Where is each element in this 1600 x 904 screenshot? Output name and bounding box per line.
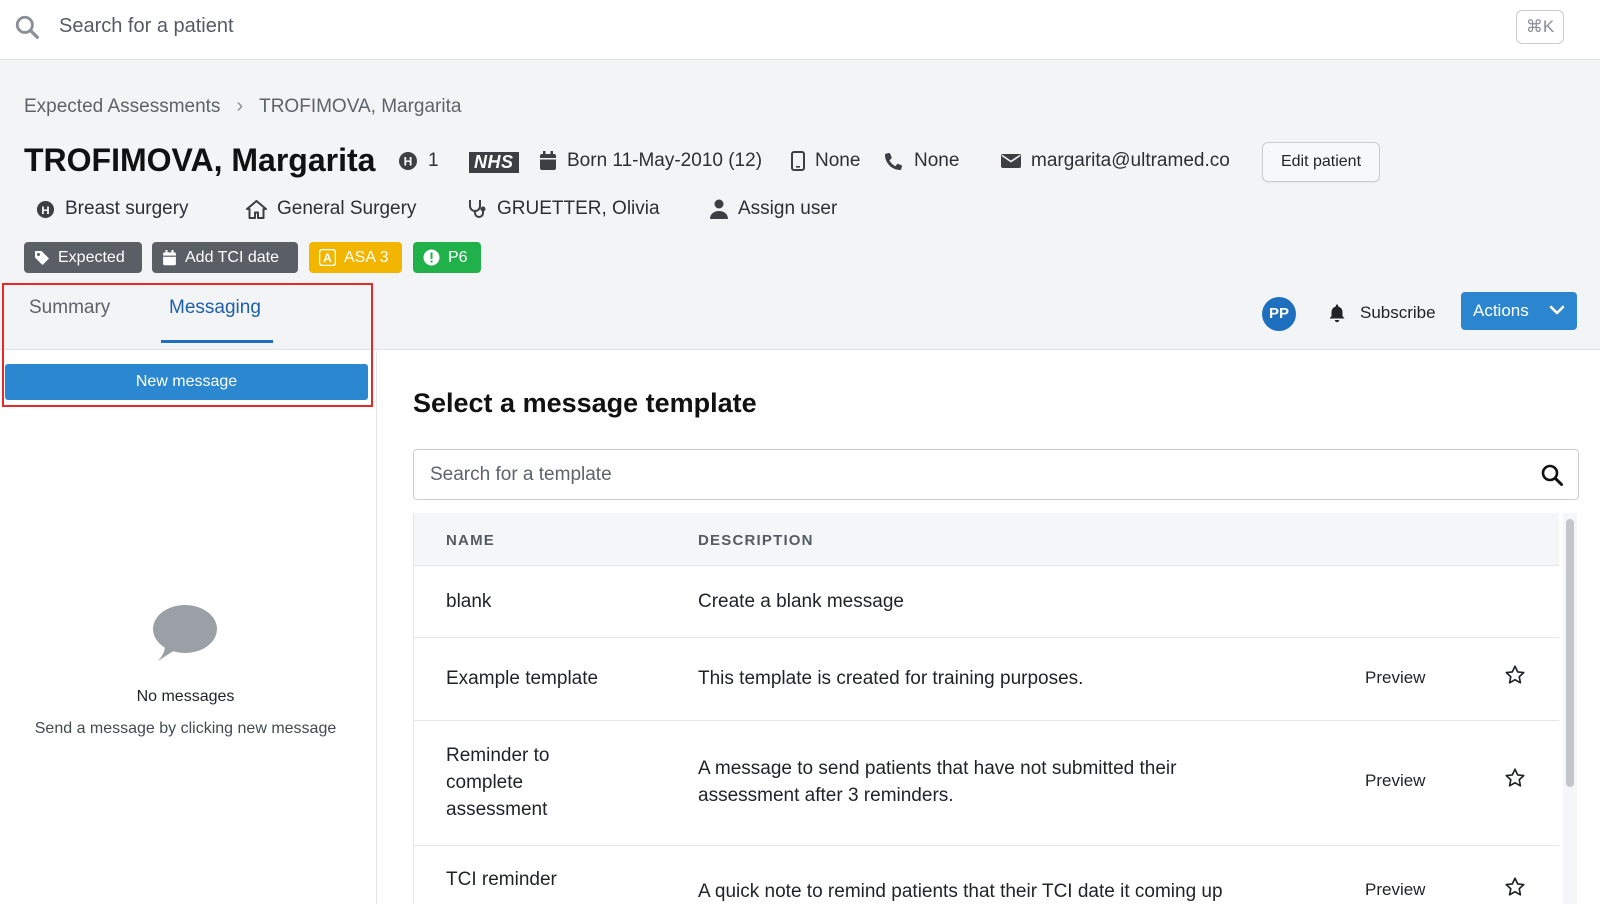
chevron-down-icon bbox=[1549, 305, 1565, 315]
envelope-icon bbox=[1001, 154, 1021, 168]
preview-link[interactable]: Preview bbox=[1365, 771, 1425, 791]
new-message-button[interactable]: New message bbox=[5, 364, 368, 400]
star-icon[interactable] bbox=[1504, 767, 1526, 789]
table-header: NAME DESCRIPTION bbox=[414, 513, 1559, 566]
subscribe-button[interactable]: Subscribe bbox=[1328, 303, 1436, 323]
status-badge-expected[interactable]: Expected bbox=[24, 242, 142, 273]
breadcrumb-item-expected-assessments[interactable]: Expected Assessments bbox=[24, 96, 220, 118]
template-description: This template is created for training pu… bbox=[698, 668, 1084, 689]
template-description: A quick note to remind patients that the… bbox=[698, 881, 1223, 902]
active-tab-indicator bbox=[161, 340, 273, 343]
alert-circle-icon bbox=[423, 249, 440, 266]
template-name: Example template bbox=[446, 668, 599, 689]
search-icon[interactable] bbox=[14, 14, 40, 40]
keyboard-shortcut-badge: ⌘K bbox=[1516, 10, 1564, 44]
phone-number: None bbox=[884, 150, 959, 172]
hospital-count: H 1 bbox=[398, 150, 439, 172]
template-table: NAME DESCRIPTION blank Create a blank me… bbox=[413, 513, 1559, 904]
edit-patient-button[interactable]: Edit patient bbox=[1262, 142, 1380, 182]
star-icon[interactable] bbox=[1504, 664, 1526, 686]
chat-bubble-icon bbox=[153, 605, 217, 661]
hospital-h-icon: H bbox=[399, 152, 417, 170]
date-of-birth: Born 11-May-2010 (12) bbox=[539, 150, 762, 172]
svg-text:H: H bbox=[404, 155, 413, 169]
hospital-h-icon: H bbox=[36, 200, 55, 218]
calendar-icon bbox=[163, 249, 176, 265]
department: General Surgery bbox=[246, 198, 416, 220]
template-name: blank bbox=[446, 591, 492, 612]
calendar-icon bbox=[540, 151, 556, 170]
top-search-bar: Search for a patient ⌘K bbox=[0, 0, 1600, 60]
table-row[interactable]: TCI reminder A quick note to remind pati… bbox=[414, 846, 1559, 904]
avatar[interactable]: PP bbox=[1262, 297, 1296, 331]
mobile-phone-icon bbox=[791, 151, 805, 171]
empty-state-title: No messages bbox=[136, 688, 235, 705]
tag-icon bbox=[35, 250, 49, 265]
template-name: TCI reminder bbox=[446, 869, 557, 890]
template-description: Create a blank message bbox=[698, 591, 904, 612]
template-name: Reminder to complete assessment bbox=[446, 745, 550, 820]
mobile-number: None bbox=[791, 150, 860, 172]
column-header-description: DESCRIPTION bbox=[698, 532, 814, 549]
assign-user-link[interactable]: Assign user bbox=[710, 198, 837, 220]
table-row[interactable]: Reminder to complete assessment A messag… bbox=[414, 721, 1559, 846]
nhs-logo: NHS bbox=[469, 152, 519, 173]
priority-badge[interactable]: P6 bbox=[413, 242, 481, 273]
breadcrumb-item-patient: TROFIMOVA, Margarita bbox=[259, 95, 462, 117]
actions-dropdown-button[interactable]: Actions bbox=[1461, 292, 1577, 330]
letter-a-icon: A bbox=[319, 249, 336, 266]
preview-link[interactable]: Preview bbox=[1365, 880, 1425, 900]
template-search-box bbox=[413, 449, 1579, 500]
specialty: H Breast surgery bbox=[36, 198, 189, 220]
patient-title-row: TROFIMOVA, Margarita H 1 NHS Born 11-May… bbox=[24, 142, 1584, 182]
page-title: TROFIMOVA, Margarita bbox=[24, 142, 376, 178]
stethoscope-icon bbox=[469, 200, 486, 218]
table-scrollbar[interactable] bbox=[1563, 513, 1577, 904]
breadcrumb: Expected Assessments › TROFIMOVA, Margar… bbox=[24, 95, 461, 118]
tab-messaging[interactable]: Messaging bbox=[169, 290, 261, 344]
column-header-name: NAME bbox=[446, 532, 495, 549]
house-icon bbox=[246, 199, 267, 219]
empty-state-subtitle: Send a message by clicking new message bbox=[34, 720, 337, 737]
phone-icon bbox=[885, 152, 903, 170]
tab-summary[interactable]: Summary bbox=[29, 290, 110, 344]
patient-info-row: H Breast surgery General Surgery GRUETTE… bbox=[24, 198, 1224, 226]
asa-badge[interactable]: A ASA 3 bbox=[309, 242, 402, 273]
template-search-input[interactable] bbox=[430, 450, 1510, 499]
svg-text:A: A bbox=[323, 251, 332, 265]
table-row[interactable]: Example template This template is create… bbox=[414, 638, 1559, 721]
clinician: GRUETTER, Olivia bbox=[468, 198, 660, 220]
svg-text:H: H bbox=[41, 204, 49, 216]
star-icon[interactable] bbox=[1504, 876, 1526, 898]
table-row[interactable]: blank Create a blank message bbox=[414, 566, 1559, 638]
bell-icon bbox=[1329, 304, 1345, 323]
email-address: margarita@ultramed.co bbox=[1001, 150, 1230, 172]
section-title: Select a message template bbox=[413, 388, 757, 418]
user-icon bbox=[710, 199, 728, 219]
search-icon[interactable] bbox=[1540, 463, 1564, 487]
add-tci-date-button[interactable]: Add TCI date bbox=[152, 242, 298, 273]
chevron-right-icon: › bbox=[236, 95, 244, 117]
preview-link[interactable]: Preview bbox=[1365, 668, 1425, 688]
patient-search-input[interactable]: Search for a patient bbox=[59, 15, 234, 38]
template-description: A message to send patients that have not… bbox=[698, 758, 1177, 806]
scrollbar-thumb[interactable] bbox=[1566, 519, 1574, 787]
